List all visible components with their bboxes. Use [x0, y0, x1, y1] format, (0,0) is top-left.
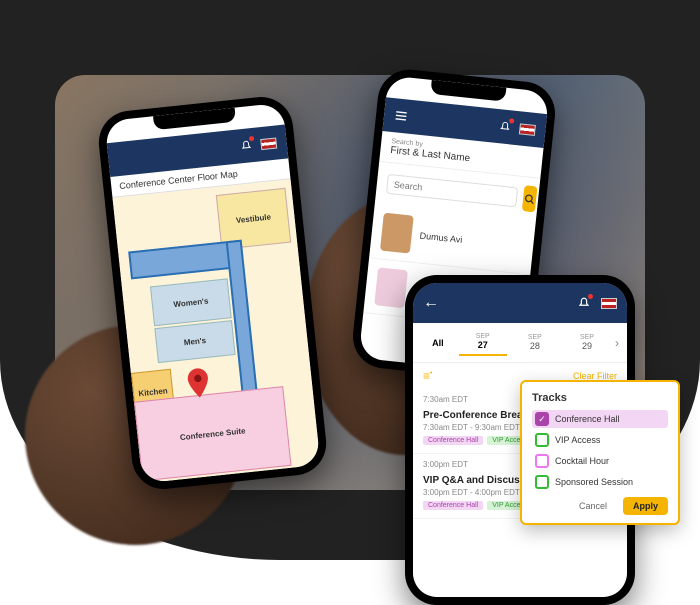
track-label: Conference Hall [555, 414, 620, 424]
tracks-title: Tracks [532, 392, 668, 404]
checkbox-icon[interactable] [535, 475, 549, 489]
track-option[interactable]: Cocktail Hour [532, 452, 668, 470]
tracks-popover: Tracks ✓ Conference Hall VIP Access Cock… [520, 380, 680, 525]
bell-icon[interactable] [577, 296, 591, 310]
bell-icon[interactable] [497, 119, 512, 134]
track-option[interactable]: VIP Access [532, 431, 668, 449]
phone-floormap: Conference Center Floor Map Vestibule Wo… [96, 94, 330, 492]
room-womens[interactable]: Women's [150, 278, 232, 326]
checkbox-icon[interactable] [535, 433, 549, 447]
session-tag: Conference Hall [423, 501, 483, 510]
apply-button[interactable]: Apply [623, 497, 668, 515]
date-tab[interactable]: SEP29 [563, 330, 611, 355]
chevron-right-icon[interactable]: › [615, 336, 619, 350]
hamburger-icon[interactable] [393, 108, 408, 123]
locale-flag-icon[interactable] [519, 123, 536, 136]
room-suite[interactable]: Conference Suite [134, 386, 292, 481]
corridor [128, 240, 240, 279]
date-tab-all[interactable]: All [421, 334, 455, 352]
date-tab[interactable]: SEP27 [459, 329, 507, 356]
checkbox-icon[interactable] [535, 454, 549, 468]
appbar: ← [413, 283, 627, 323]
checkbox-checked-icon[interactable]: ✓ [535, 412, 549, 426]
search-button[interactable] [522, 185, 538, 212]
room-mens[interactable]: Men's [154, 320, 235, 363]
locale-flag-icon[interactable] [260, 137, 277, 150]
avatar [374, 267, 408, 308]
avatar [380, 213, 414, 254]
date-tabbar: All SEP27 SEP28 SEP29 › [413, 323, 627, 363]
date-tab[interactable]: SEP28 [511, 330, 559, 355]
track-label: Sponsored Session [555, 477, 633, 487]
track-label: Cocktail Hour [555, 456, 609, 466]
floor-map[interactable]: Vestibule Women's Men's Kitchen Conferen… [113, 179, 321, 483]
bell-icon[interactable] [238, 138, 253, 153]
back-arrow-icon[interactable]: ← [423, 294, 439, 312]
locale-flag-icon[interactable] [601, 298, 617, 309]
track-option[interactable]: ✓ Conference Hall [532, 410, 668, 428]
map-pin-icon[interactable] [186, 367, 211, 399]
track-option[interactable]: Sponsored Session [532, 473, 668, 491]
cancel-button[interactable]: Cancel [569, 497, 617, 515]
filter-icon[interactable]: ≡• [423, 369, 432, 383]
track-label: VIP Access [555, 435, 600, 445]
session-tag: Conference Hall [423, 436, 483, 445]
search-input[interactable] [386, 174, 518, 208]
person-name: Dumus Avi [419, 231, 463, 245]
